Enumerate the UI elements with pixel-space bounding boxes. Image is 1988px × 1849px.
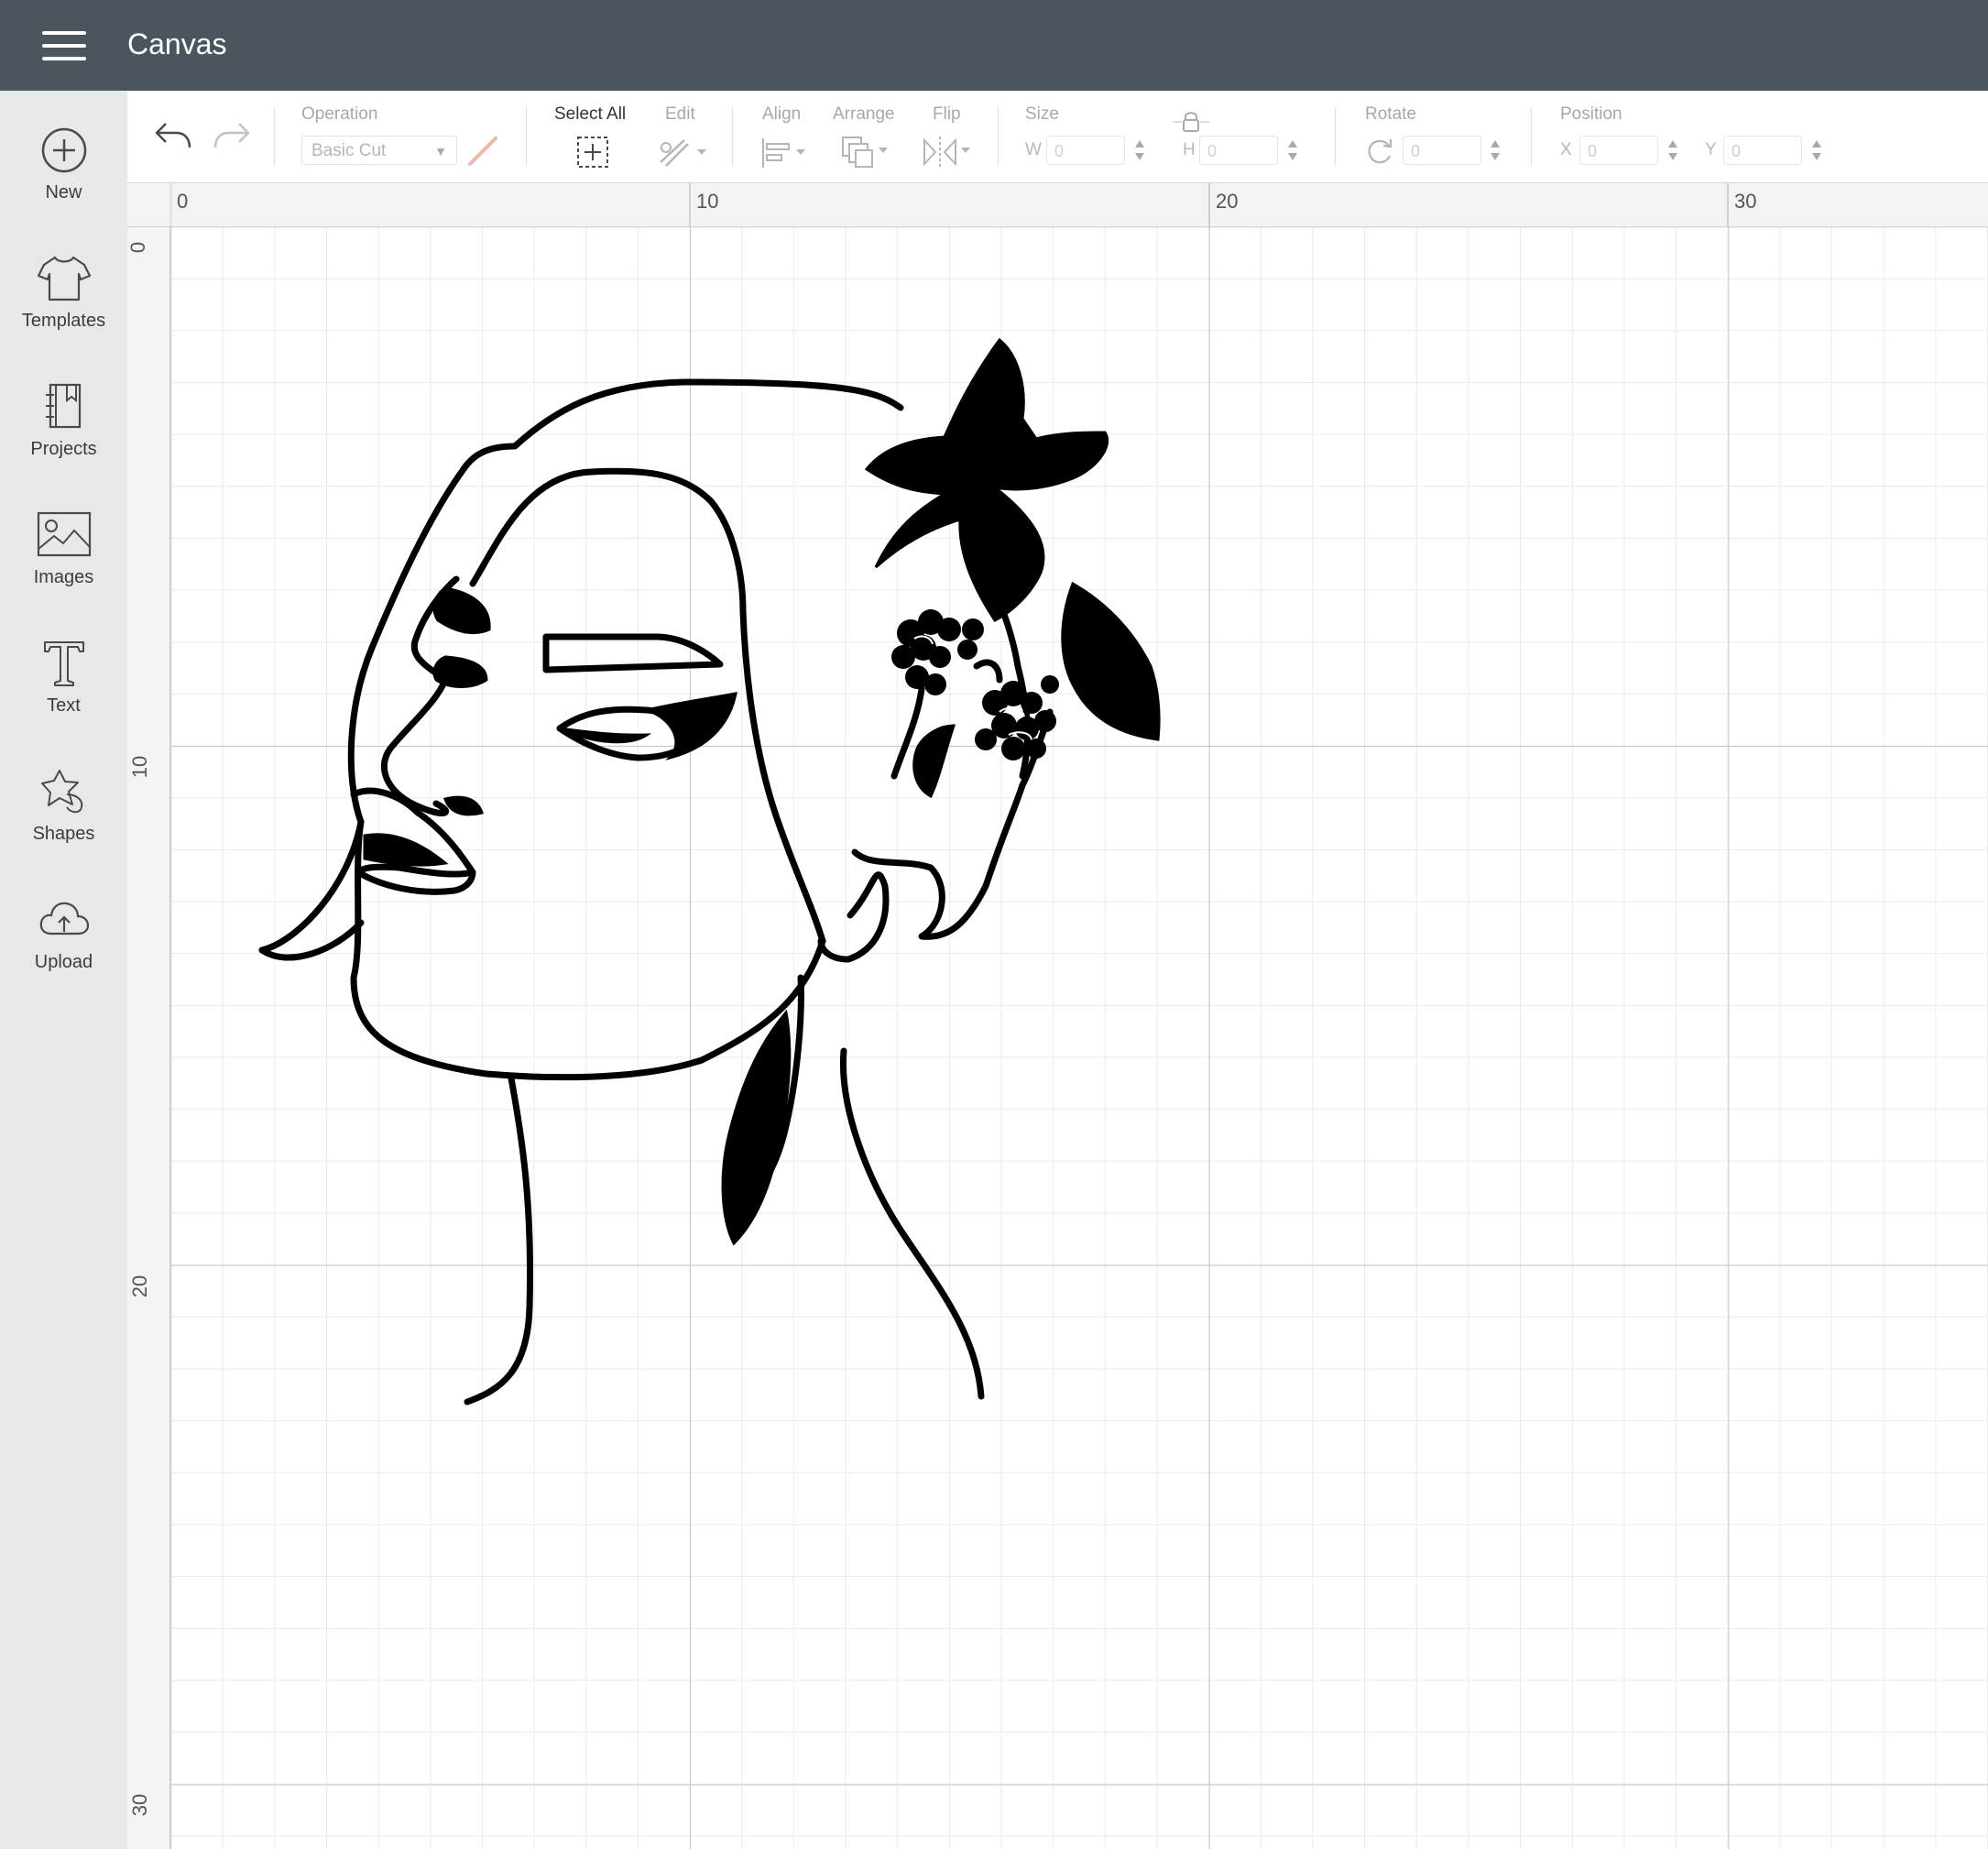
sidebar-item-shapes[interactable]: Shapes	[0, 767, 127, 886]
rotate-label: Rotate	[1365, 104, 1416, 124]
width-label: W	[1025, 140, 1042, 159]
horizontal-ruler: 0 10 20 30	[127, 183, 1988, 227]
pen-color-icon[interactable]	[466, 135, 499, 168]
sidebar-item-upload[interactable]: Upload	[0, 895, 127, 1014]
vertical-ruler: 0 10 20 30	[126, 226, 170, 1849]
size-label: Size	[1025, 104, 1059, 124]
toolbar-divider	[274, 107, 275, 166]
ruler-label: 0	[126, 241, 150, 254]
sidebar-item-label: Upload	[34, 952, 93, 972]
position-label: Position	[1560, 104, 1622, 124]
x-value: 0	[1588, 142, 1598, 160]
y-label: Y	[1705, 140, 1717, 159]
line-art-face-image[interactable]	[170, 226, 1988, 1849]
ruler-label: 30	[1734, 190, 1757, 213]
plus-circle-icon	[41, 127, 86, 173]
shapes-icon	[40, 770, 82, 814]
toolbar-divider	[1335, 107, 1336, 166]
operation-value: Basic Cut	[311, 141, 387, 160]
operation-select[interactable]: Basic Cut ▼	[301, 136, 457, 165]
edit-scissors-icon[interactable]	[657, 135, 708, 170]
operation-label: Operation	[301, 104, 378, 124]
flip-icon[interactable]	[921, 135, 974, 170]
ruler-label: 30	[128, 1793, 152, 1817]
width-stepper[interactable]	[1133, 135, 1146, 166]
edit-label: Edit	[665, 104, 695, 124]
ruler-label: 20	[128, 1275, 152, 1298]
x-position-input[interactable]: 0	[1579, 136, 1658, 165]
text-t-icon	[43, 641, 84, 686]
arrange-icon[interactable]	[840, 135, 893, 170]
sidebar-item-text[interactable]: Text	[0, 639, 127, 758]
tshirt-icon	[37, 256, 91, 301]
y-stepper[interactable]	[1810, 135, 1823, 166]
width-value: 0	[1054, 142, 1065, 160]
sidebar-item-label: Images	[33, 567, 94, 587]
x-stepper[interactable]	[1666, 135, 1679, 166]
height-stepper[interactable]	[1286, 135, 1299, 166]
height-input[interactable]: 0	[1199, 136, 1278, 165]
lock-icon[interactable]	[1171, 109, 1211, 133]
rotate-value: 0	[1411, 142, 1421, 160]
sidebar-item-images[interactable]: Images	[0, 510, 127, 629]
ruler-label: 10	[128, 755, 152, 779]
rotate-input[interactable]: 0	[1403, 136, 1481, 165]
ruler-label: 10	[696, 190, 719, 213]
hamburger-menu-icon[interactable]	[42, 31, 86, 60]
toolbar-divider	[1531, 107, 1532, 166]
sidebar-item-label: Projects	[30, 439, 97, 459]
height-label: H	[1183, 140, 1196, 159]
top-bar: Canvas	[0, 0, 1988, 91]
sidebar-item-projects[interactable]: Projects	[0, 382, 127, 501]
align-icon[interactable]	[759, 137, 811, 170]
toolbar-divider	[998, 107, 999, 166]
arrange-label: Arrange	[833, 104, 895, 124]
redo-icon[interactable]	[212, 118, 252, 153]
toolbar-divider	[732, 107, 733, 166]
app-title: Canvas	[127, 27, 227, 60]
cloud-upload-icon	[39, 902, 89, 935]
y-value: 0	[1731, 142, 1742, 160]
select-all-icon[interactable]	[575, 135, 610, 170]
sidebar-item-templates[interactable]: Templates	[0, 254, 127, 373]
select-all-label: Select All	[554, 104, 627, 124]
sidebar-item-label: Shapes	[32, 824, 95, 844]
ruler-ticks	[169, 183, 1729, 226]
design-canvas[interactable]	[170, 226, 1988, 1849]
chevron-down-icon: ▼	[434, 144, 447, 159]
x-label: X	[1560, 140, 1572, 159]
flip-label: Flip	[933, 104, 961, 124]
ruler-corner	[127, 183, 171, 227]
sidebar-item-label: Templates	[21, 311, 106, 331]
ruler-label: 0	[177, 190, 189, 213]
width-input[interactable]: 0	[1046, 136, 1125, 165]
image-icon	[37, 511, 91, 557]
ruler-label: 20	[1216, 190, 1239, 213]
sidebar-item-label: Text	[47, 695, 81, 716]
y-position-input[interactable]: 0	[1723, 136, 1802, 165]
align-label: Align	[762, 104, 802, 124]
rotate-stepper[interactable]	[1489, 135, 1502, 166]
notebook-icon	[45, 383, 81, 429]
rotate-icon[interactable]	[1365, 137, 1396, 166]
sidebar-item-label: New	[45, 182, 82, 202]
left-sidebar: New Templates Projects Images Text Shape…	[0, 91, 127, 1849]
toolbar-divider	[526, 107, 527, 166]
height-value: 0	[1207, 142, 1218, 160]
sidebar-item-new[interactable]: New	[0, 126, 127, 245]
undo-icon[interactable]	[153, 118, 193, 153]
edit-toolbar: Operation Basic Cut ▼ Select All Edit Al…	[127, 91, 1988, 183]
